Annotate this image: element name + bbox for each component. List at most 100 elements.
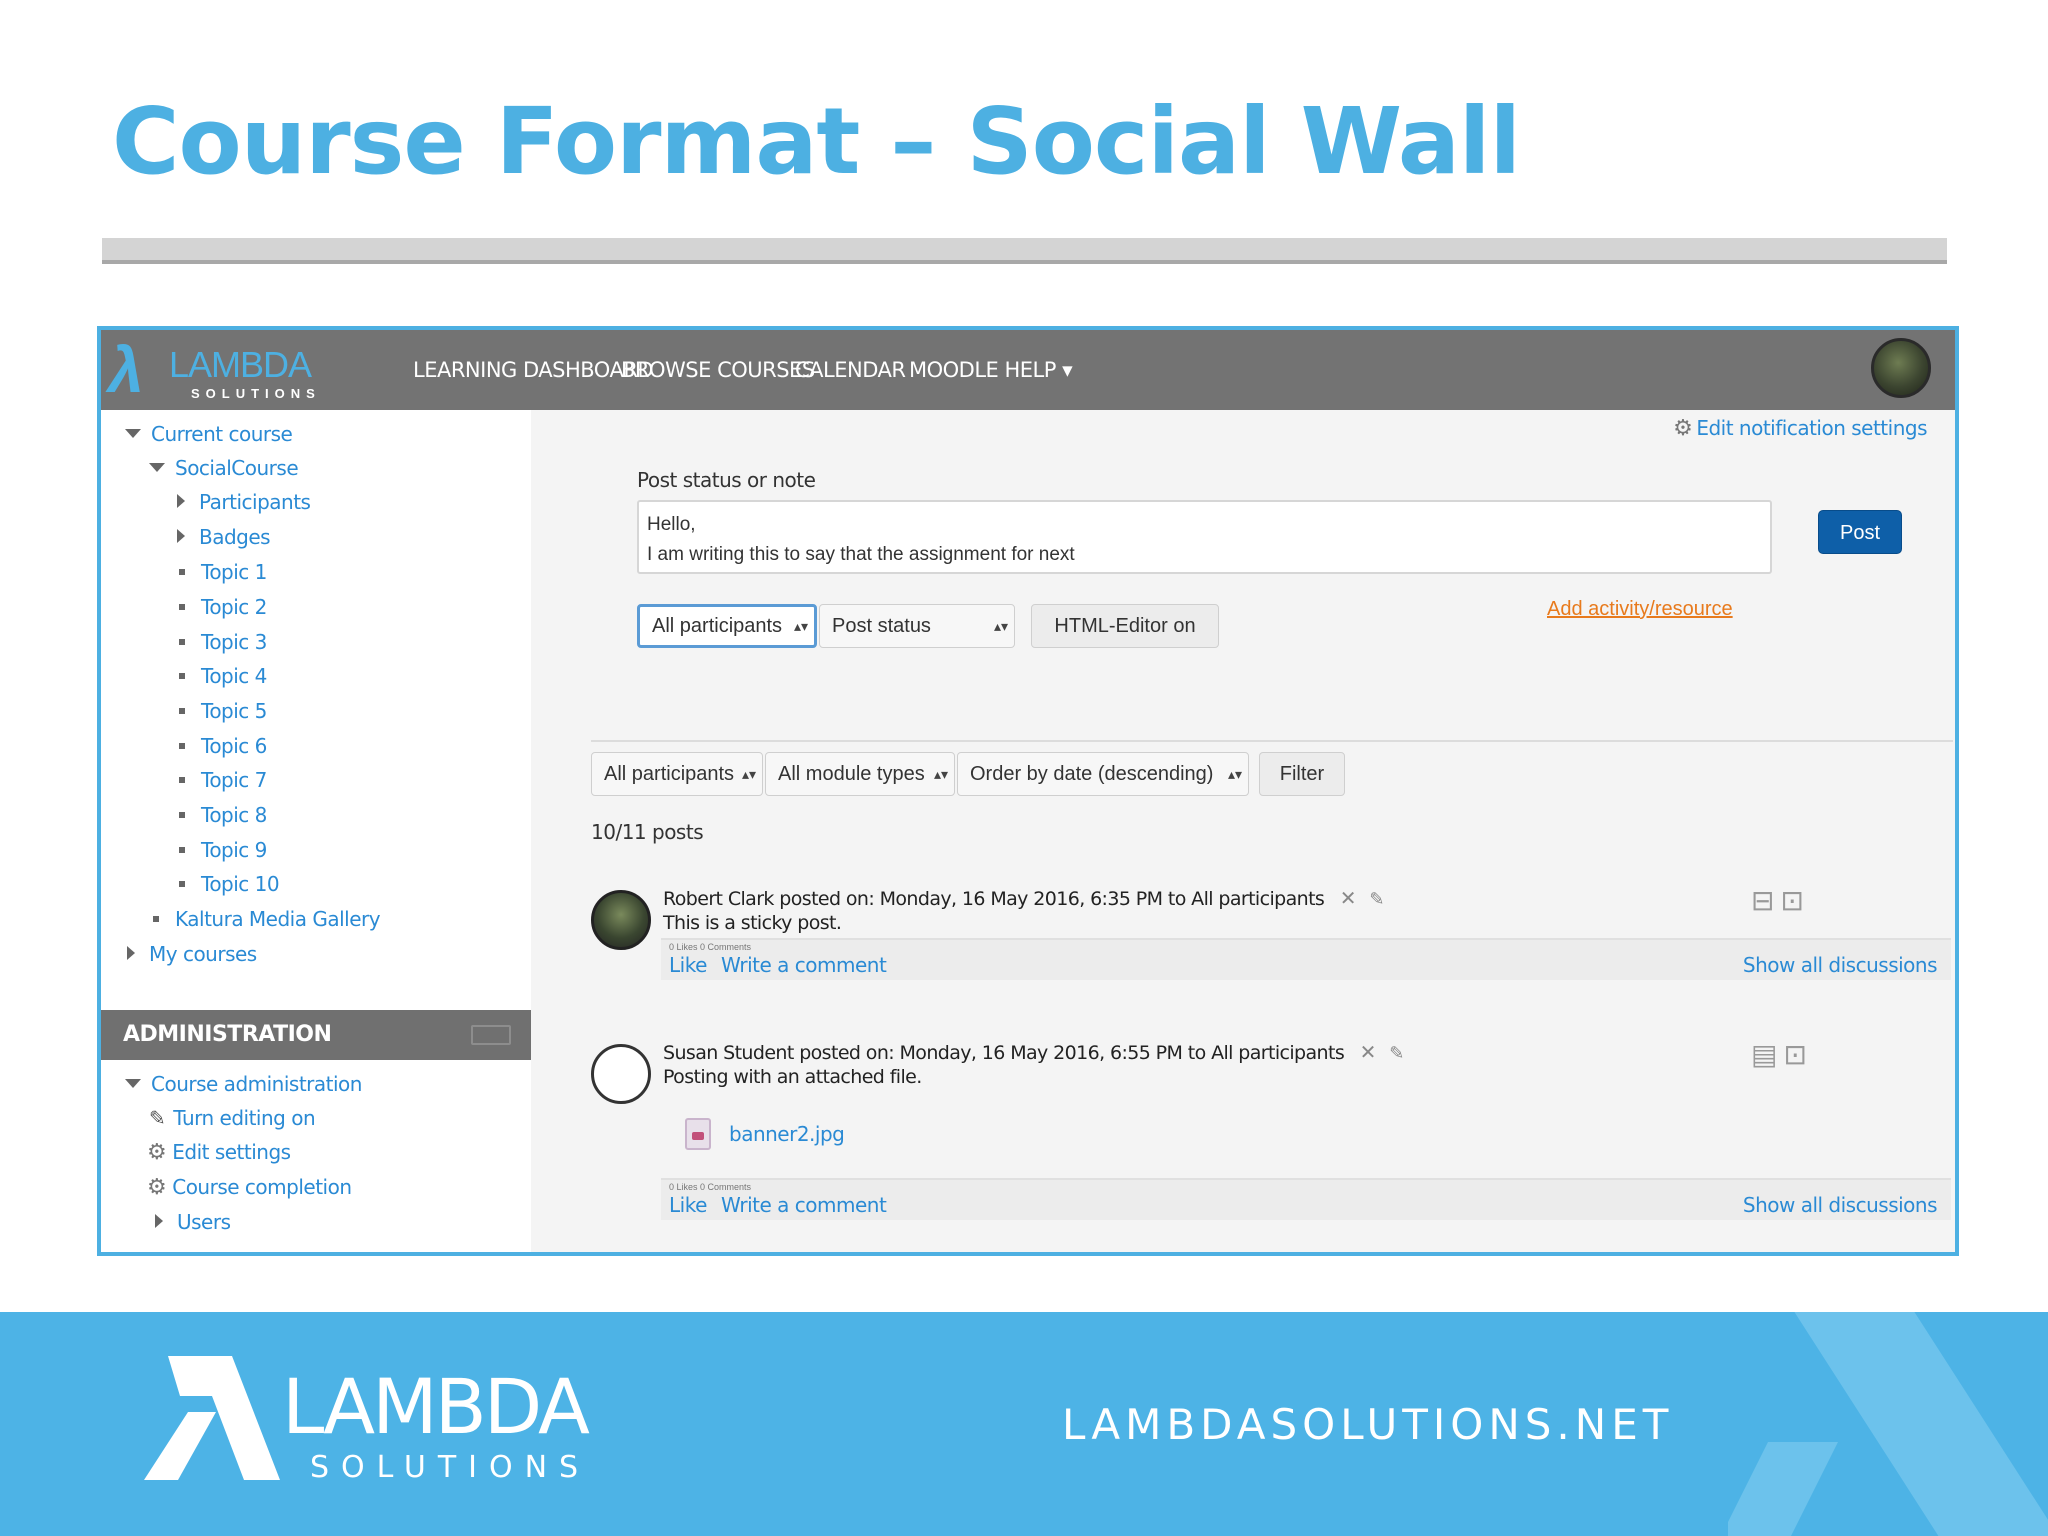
- expanded-arrow-icon: [125, 1079, 141, 1088]
- sticky-pin-icon[interactable]: ⊟: [1751, 885, 1780, 916]
- pencil-icon: ✎: [149, 1106, 166, 1130]
- tree-label: Edit settings: [172, 1140, 291, 1164]
- delete-icon[interactable]: ✕: [1360, 1040, 1377, 1064]
- add-activity-resource-link[interactable]: Add activity/resource: [1547, 598, 1733, 621]
- like-link[interactable]: Like: [669, 953, 707, 977]
- post-body: Posting with an attached file.: [663, 1066, 922, 1088]
- filter-participants-select[interactable]: All participants ▴▾: [591, 752, 763, 796]
- nav-moodle-help-dropdown[interactable]: MOODLE HELP ▾: [909, 358, 1073, 382]
- administration-title: ADMINISTRATION: [123, 1022, 332, 1047]
- tree-participants[interactable]: Participants: [177, 490, 311, 514]
- image-file-icon: [685, 1118, 711, 1150]
- user-avatar[interactable]: [1871, 338, 1931, 398]
- post-button[interactable]: Post: [1818, 510, 1902, 554]
- select-value: All module types: [778, 763, 925, 785]
- post-author-avatar[interactable]: [591, 1044, 651, 1104]
- tree-topic-6[interactable]: Topic 6: [179, 734, 267, 758]
- tree-topic-7[interactable]: Topic 7: [179, 768, 267, 792]
- tree-label: Current course: [151, 422, 293, 446]
- nav-learning-dashboard[interactable]: LEARNING DASHBOARD: [413, 358, 654, 382]
- bullet-icon: [179, 847, 185, 853]
- slide-footer: LAMBDA SOLUTIONS LAMBDASOLUTIONS.NET: [0, 1312, 2048, 1536]
- bullet-icon: [153, 916, 159, 922]
- gear-icon: ⚙: [1673, 416, 1693, 441]
- tree-label: Kaltura Media Gallery: [175, 907, 381, 931]
- link-label: Edit notification settings: [1696, 416, 1927, 440]
- lambda-logo-icon: [144, 1356, 280, 1480]
- like-comment-counts: 0 Likes 0 Comments: [669, 942, 752, 952]
- select-arrows-icon: ▴▾: [933, 766, 948, 782]
- like-link[interactable]: Like: [669, 1193, 707, 1217]
- admin-edit-settings[interactable]: ⚙ Edit settings: [147, 1140, 291, 1165]
- post-action-bar: 0 Likes 0 Comments Like Write a comment …: [661, 938, 1951, 980]
- tree-topic-4[interactable]: Topic 4: [179, 664, 267, 688]
- html-editor-button[interactable]: HTML-Editor on: [1031, 604, 1219, 648]
- show-all-discussions-link[interactable]: Show all discussions: [1743, 1193, 1938, 1217]
- post-type-select[interactable]: Post status ▴▾: [819, 604, 1015, 648]
- site-logo[interactable]: λ LAMBDA SOLUTIONS: [103, 334, 339, 406]
- unlock-icon[interactable]: ⊡: [1780, 885, 1809, 916]
- tree-topic-10[interactable]: Topic 10: [179, 872, 280, 896]
- dock-block-icon[interactable]: [471, 1025, 511, 1045]
- tree-topic-3[interactable]: Topic 3: [179, 630, 267, 654]
- attachment-link[interactable]: banner2.jpg: [729, 1122, 845, 1146]
- footer-logo-subtitle: SOLUTIONS: [310, 1450, 591, 1485]
- filter-button[interactable]: Filter: [1259, 752, 1345, 796]
- order-select[interactable]: Order by date (descending) ▴▾: [957, 752, 1249, 796]
- delete-icon[interactable]: ✕: [1340, 886, 1357, 910]
- like-comment-counts: 0 Likes 0 Comments: [669, 1182, 752, 1192]
- tree-label: Users: [177, 1210, 231, 1234]
- show-all-discussions-link[interactable]: Show all discussions: [1743, 953, 1938, 977]
- post-author-avatar[interactable]: [591, 890, 651, 950]
- write-comment-link[interactable]: Write a comment: [721, 1193, 887, 1217]
- audience-select[interactable]: All participants ▴▾: [637, 604, 817, 648]
- tree-topic-5[interactable]: Topic 5: [179, 699, 267, 723]
- edit-icon[interactable]: ✎: [1389, 1043, 1404, 1064]
- write-comment-link[interactable]: Write a comment: [721, 953, 887, 977]
- tree-topic-2[interactable]: Topic 2: [179, 595, 267, 619]
- tree-kaltura-media-gallery[interactable]: Kaltura Media Gallery: [153, 907, 381, 931]
- tree-label: Topic 3: [201, 630, 267, 654]
- unlock-icon[interactable]: ⊡: [1783, 1039, 1812, 1070]
- tree-my-courses[interactable]: My courses: [127, 942, 257, 966]
- bullet-icon: [179, 569, 185, 575]
- tree-topic-9[interactable]: Topic 9: [179, 838, 267, 862]
- logo-subtitle: SOLUTIONS: [191, 386, 321, 401]
- tree-course-administration[interactable]: Course administration: [125, 1072, 362, 1096]
- footer-logo-word: LAMBDA: [282, 1362, 590, 1451]
- collapsed-arrow-icon: [177, 494, 185, 508]
- tree-current-course[interactable]: Current course: [125, 422, 293, 446]
- select-arrows-icon: ▴▾: [993, 618, 1008, 634]
- post-status-textarea[interactable]: Hello, I am writing this to say that the…: [637, 500, 1772, 574]
- collapsed-arrow-icon: [155, 1214, 163, 1228]
- tree-label: Badges: [199, 525, 271, 549]
- nav-calendar[interactable]: CALENDAR: [795, 358, 906, 382]
- tree-topic-1[interactable]: Topic 1: [179, 560, 267, 584]
- post-actions: ▤⊡: [1751, 1038, 1813, 1071]
- title-divider: [102, 238, 1947, 264]
- post-meta: posted on: Monday, 16 May 2016, 6:35 PM …: [779, 888, 1325, 910]
- tree-badges[interactable]: Badges: [177, 525, 271, 549]
- tree-label: Topic 9: [201, 838, 267, 862]
- tree-label: Topic 1: [201, 560, 267, 584]
- edit-icon[interactable]: ✎: [1369, 889, 1384, 910]
- bullet-icon: [179, 812, 185, 818]
- edit-notification-settings-link[interactable]: ⚙ Edit notification settings: [1673, 416, 1927, 441]
- admin-course-completion[interactable]: ⚙ Course completion: [147, 1175, 352, 1200]
- bullet-icon: [179, 743, 185, 749]
- tree-label: Topic 7: [201, 768, 267, 792]
- admin-users[interactable]: Users: [155, 1210, 231, 1234]
- collapsed-arrow-icon: [177, 529, 185, 543]
- tree-socialcourse[interactable]: SocialCourse: [149, 456, 299, 480]
- sidebar: Current course SocialCourse Participants…: [101, 410, 531, 1252]
- nav-browse-courses[interactable]: BROWSE COURSES: [621, 358, 815, 382]
- tree-topic-8[interactable]: Topic 8: [179, 803, 267, 827]
- tree-label: Course completion: [172, 1175, 352, 1199]
- post-action-bar: 0 Likes 0 Comments Like Write a comment …: [661, 1178, 1951, 1220]
- post-text-line: I am writing this to say that the assign…: [647, 544, 1075, 565]
- admin-turn-editing-on[interactable]: ✎ Turn editing on: [149, 1106, 316, 1130]
- filter-module-types-select[interactable]: All module types ▴▾: [765, 752, 955, 796]
- post-author[interactable]: Robert Clark: [663, 888, 774, 910]
- post-author[interactable]: Susan Student: [663, 1042, 794, 1064]
- pin-icon[interactable]: ▤: [1751, 1039, 1783, 1070]
